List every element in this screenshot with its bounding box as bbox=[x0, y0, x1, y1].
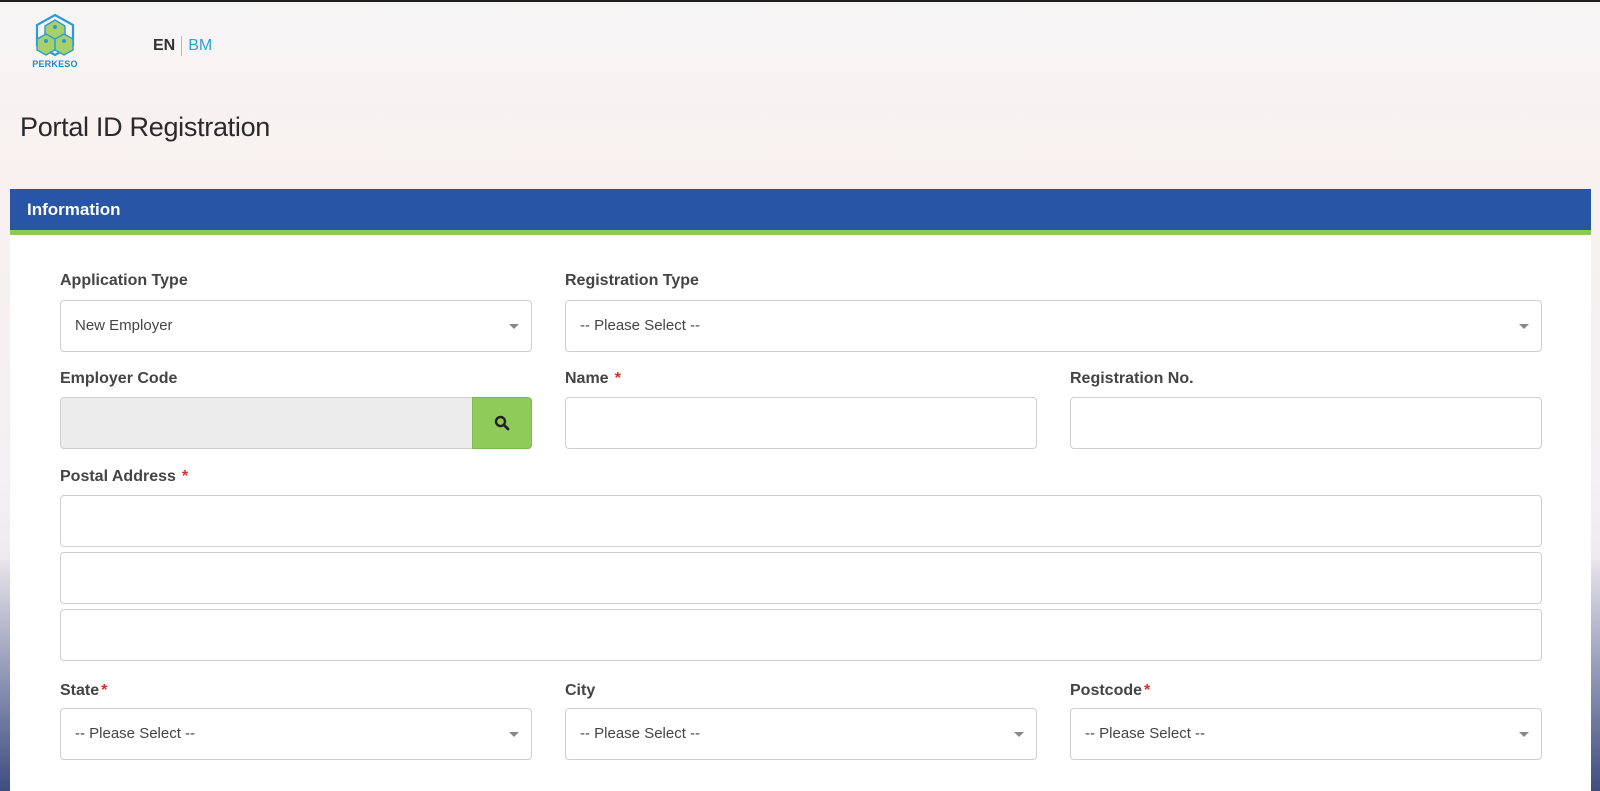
chevron-down-icon bbox=[1014, 732, 1024, 737]
registration-no-input[interactable] bbox=[1070, 397, 1542, 449]
background-edge-right bbox=[1590, 560, 1600, 791]
city-label: City bbox=[565, 682, 596, 699]
state-value: -- Please Select -- bbox=[75, 725, 196, 742]
perkeso-hexagon-logo-icon bbox=[35, 13, 75, 57]
postcode-value: -- Please Select -- bbox=[1085, 725, 1206, 742]
logo-text: PERKESO bbox=[32, 59, 78, 69]
chevron-down-icon bbox=[1519, 324, 1529, 329]
employer-code-label: Employer Code bbox=[60, 370, 178, 387]
postal-address-line-2-input[interactable] bbox=[60, 552, 1542, 604]
name-label: Name * bbox=[565, 370, 621, 388]
postal-address-line-3-input[interactable] bbox=[60, 609, 1542, 661]
required-mark: * bbox=[1144, 682, 1151, 699]
perkeso-logo[interactable]: PERKESO bbox=[28, 12, 82, 70]
name-input[interactable] bbox=[565, 397, 1037, 449]
registration-type-select[interactable]: -- Please Select -- bbox=[565, 300, 1542, 352]
page-title: Portal ID Registration bbox=[20, 112, 271, 142]
chevron-down-icon bbox=[509, 732, 519, 737]
window-top-border bbox=[0, 0, 1600, 2]
postcode-label: Postcode * bbox=[1070, 682, 1150, 700]
required-mark: * bbox=[614, 370, 621, 387]
postal-address-label-text: Postal Address bbox=[60, 468, 176, 485]
language-en[interactable]: EN bbox=[153, 37, 175, 55]
chevron-down-icon bbox=[1519, 732, 1529, 737]
application-type-label: Application Type bbox=[60, 272, 188, 289]
postcode-select[interactable]: -- Please Select -- bbox=[1070, 708, 1542, 760]
state-label: State * bbox=[60, 682, 107, 700]
registration-no-label: Registration No. bbox=[1070, 370, 1194, 387]
search-icon bbox=[494, 415, 510, 431]
background-edge-left bbox=[0, 560, 10, 791]
employer-code-input[interactable] bbox=[60, 397, 472, 449]
language-switcher: EN BM bbox=[153, 36, 212, 56]
state-select[interactable]: -- Please Select -- bbox=[60, 708, 532, 760]
postcode-label-text: Postcode bbox=[1070, 682, 1143, 699]
language-bm[interactable]: BM bbox=[188, 37, 212, 55]
name-label-text: Name bbox=[565, 370, 609, 387]
information-panel: Information bbox=[10, 189, 1591, 791]
required-mark: * bbox=[101, 682, 108, 699]
language-divider bbox=[181, 36, 183, 56]
registration-type-value: -- Please Select -- bbox=[580, 317, 701, 334]
registration-type-label: Registration Type bbox=[565, 272, 699, 289]
postal-address-line-1-input[interactable] bbox=[60, 495, 1542, 547]
required-mark: * bbox=[181, 468, 189, 485]
employer-code-search-button[interactable] bbox=[472, 397, 532, 449]
panel-header: Information bbox=[10, 189, 1591, 235]
city-value: -- Please Select -- bbox=[580, 725, 701, 742]
application-type-value: New Employer bbox=[75, 317, 173, 334]
city-select[interactable]: -- Please Select -- bbox=[565, 708, 1037, 760]
postal-address-label: Postal Address * bbox=[60, 468, 188, 486]
application-type-select[interactable]: New Employer bbox=[60, 300, 532, 352]
chevron-down-icon bbox=[509, 324, 519, 329]
state-label-text: State bbox=[60, 682, 100, 699]
